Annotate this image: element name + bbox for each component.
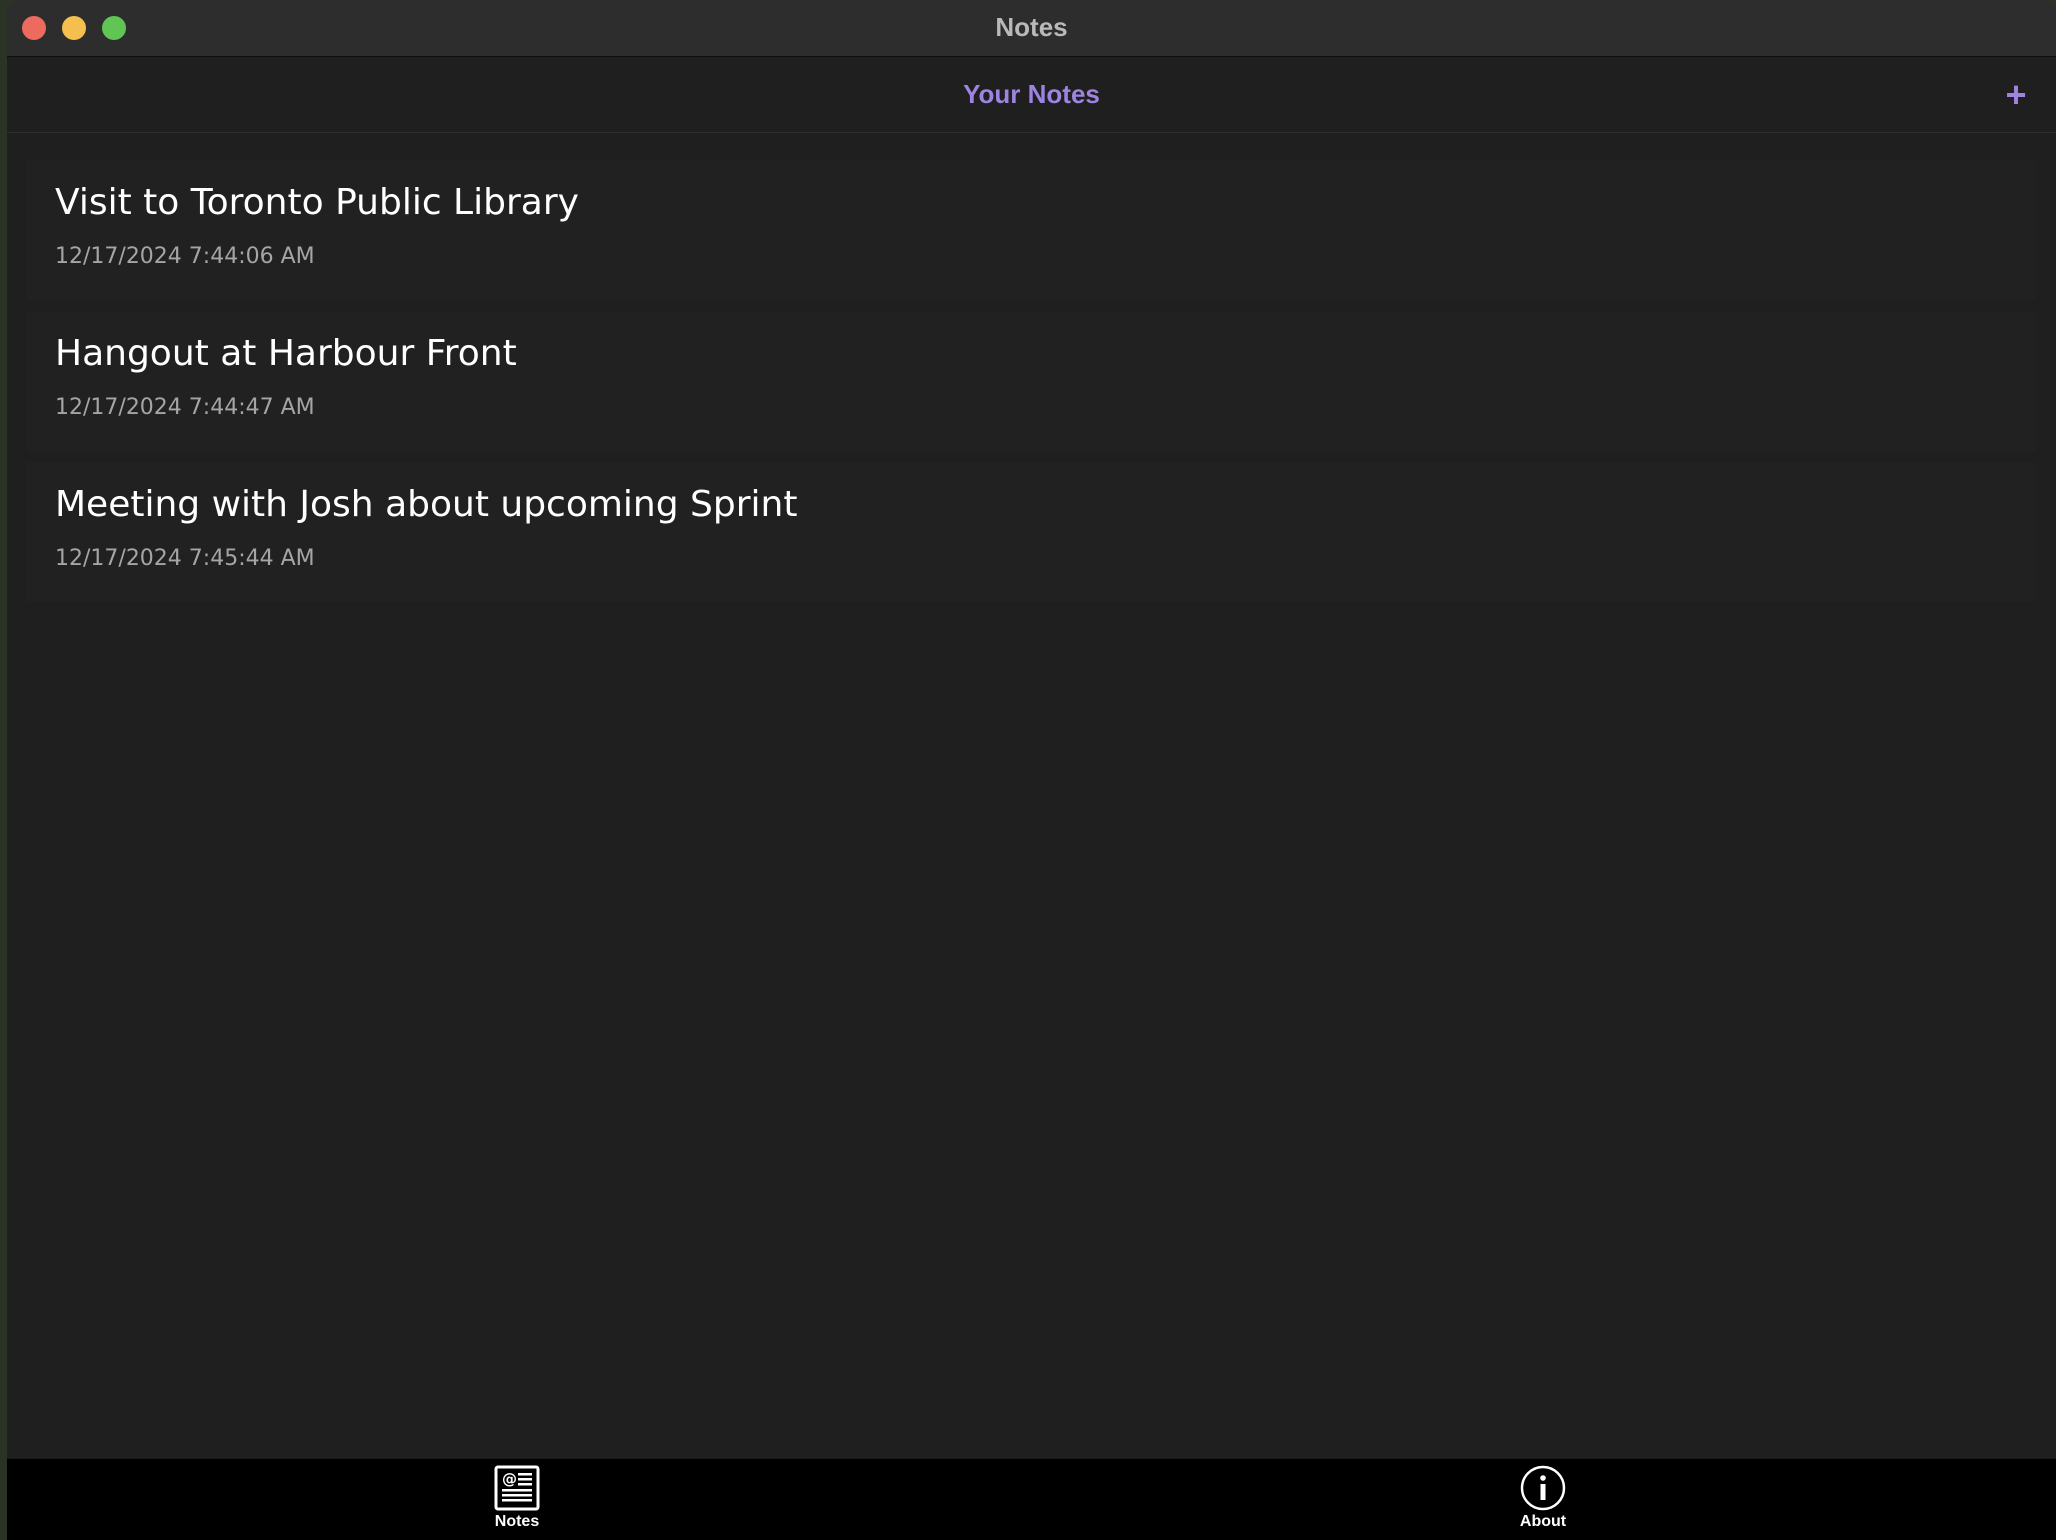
note-date: 12/17/2024 7:44:47 AM	[55, 395, 315, 420]
note-date: 12/17/2024 7:44:06 AM	[55, 244, 315, 269]
tab-bar: @ Notes About	[7, 1458, 2056, 1540]
window-title: Notes	[995, 12, 1068, 42]
note-title: Hangout at Harbour Front	[55, 333, 517, 374]
info-icon	[1520, 1465, 1566, 1511]
tab-notes-label: Notes	[494, 1513, 540, 1530]
add-note-button[interactable]: +	[1996, 74, 2036, 115]
app-window: Notes Your Notes + Visit to Toronto Publ…	[7, 0, 2056, 1540]
svg-text:@: @	[502, 1470, 517, 1488]
notes-list: Visit to Toronto Public Library 12/17/20…	[27, 160, 2036, 613]
page-title: Your Notes	[963, 79, 1100, 109]
notes-icon: @	[494, 1465, 540, 1511]
note-list-item[interactable]: Meeting with Josh about upcoming Sprint …	[27, 462, 2036, 602]
title-bar: Notes	[7, 0, 2056, 57]
note-list-item[interactable]: Hangout at Harbour Front 12/17/2024 7:44…	[27, 311, 2036, 451]
note-title: Visit to Toronto Public Library	[55, 182, 579, 223]
note-list-item[interactable]: Visit to Toronto Public Library 12/17/20…	[27, 160, 2036, 300]
tab-about-label: About	[1519, 1513, 1567, 1530]
note-date: 12/17/2024 7:45:44 AM	[55, 546, 315, 571]
tab-about[interactable]: About	[1483, 1465, 1603, 1537]
tab-notes[interactable]: @ Notes	[457, 1465, 577, 1537]
plus-icon: +	[2005, 74, 2027, 115]
note-title: Meeting with Josh about upcoming Sprint	[55, 484, 798, 525]
navigation-bar: Your Notes +	[7, 57, 2056, 133]
